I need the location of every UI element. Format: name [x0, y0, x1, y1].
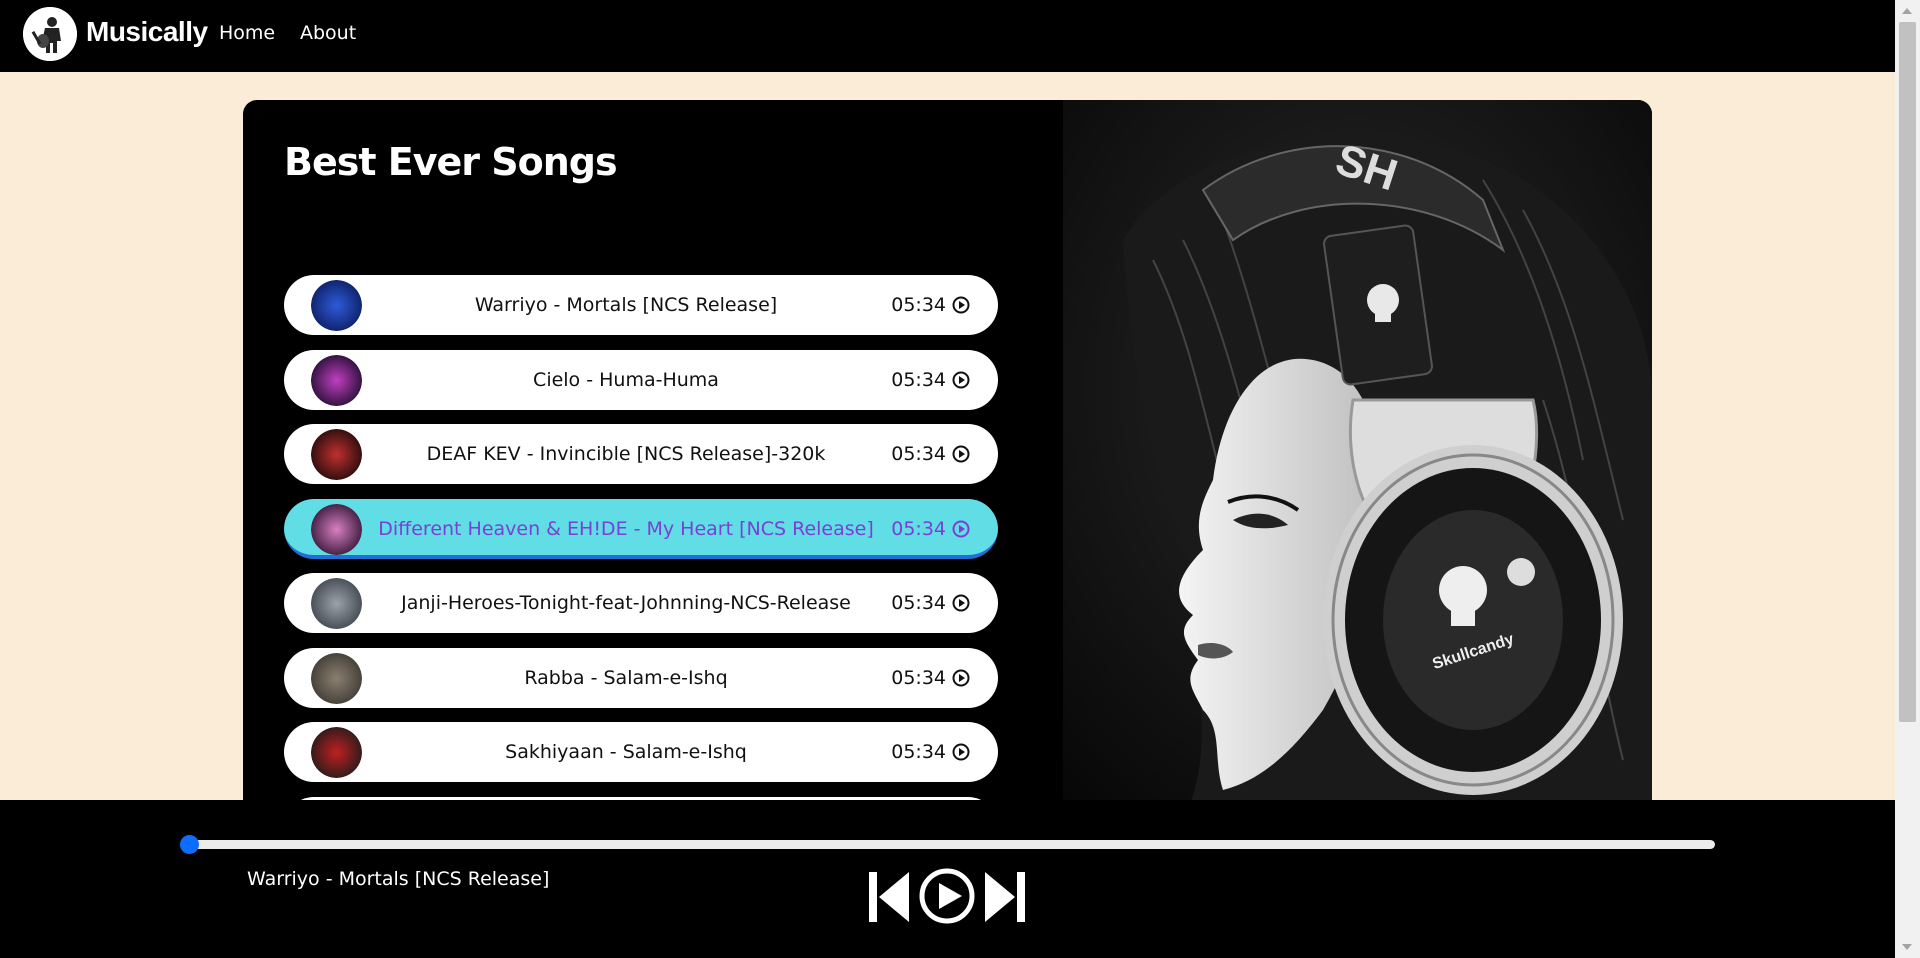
song-duration: 05:34: [891, 294, 946, 316]
next-icon[interactable]: [985, 870, 1025, 928]
play-circle-icon[interactable]: [952, 371, 970, 389]
song-duration: 05:34: [891, 443, 946, 465]
play-icon[interactable]: [918, 867, 976, 929]
play-circle-icon[interactable]: [952, 520, 970, 538]
nav-link-home[interactable]: Home: [219, 22, 275, 44]
play-circle-icon[interactable]: [952, 445, 970, 463]
song-duration: 05:34: [891, 517, 946, 540]
logo[interactable]: [23, 7, 77, 61]
play-circle-icon[interactable]: [952, 669, 970, 687]
previous-icon[interactable]: [869, 870, 909, 928]
song-item[interactable]: Cielo - Huma-Huma 05:34: [284, 349, 998, 410]
scroll-up-icon[interactable]: [1902, 8, 1912, 14]
brand-name[interactable]: Musically: [86, 16, 208, 48]
song-item[interactable]: Different Heaven & EH!DE - My Heart [NCS…: [284, 498, 998, 559]
hero-image: SH Skullcandy: [1063, 100, 1652, 820]
nav-link-about[interactable]: About: [300, 22, 356, 44]
song-thumbnail: [311, 429, 362, 480]
scrollbar-thumb[interactable]: [1899, 22, 1916, 722]
navbar: Musically Home About: [0, 0, 1895, 72]
play-circle-icon[interactable]: [952, 594, 970, 612]
song-name: Rabba - Salam-e-Ishq: [524, 666, 728, 689]
play-circle-icon[interactable]: [952, 296, 970, 314]
song-item[interactable]: DEAF KEV - Invincible [NCS Release]-320k…: [284, 424, 998, 484]
progress-bar[interactable]: [188, 840, 1715, 849]
song-thumbnail: [311, 280, 362, 331]
song-name: Warriyo - Mortals [NCS Release]: [474, 294, 778, 316]
song-duration: 05:34: [891, 368, 946, 391]
now-playing-title: Warriyo - Mortals [NCS Release]: [247, 868, 550, 890]
song-thumbnail: [311, 578, 362, 629]
song-duration: 05:34: [891, 741, 946, 763]
song-name: DEAF KEV - Invincible [NCS Release]-320k: [426, 443, 826, 465]
song-thumbnail: [311, 727, 362, 778]
page-scrollbar[interactable]: [1895, 0, 1920, 958]
song-name: Cielo - Huma-Huma: [533, 368, 719, 391]
song-name: Sakhiyaan - Salam-e-Ishq: [505, 741, 747, 763]
song-item[interactable]: Sakhiyaan - Salam-e-Ishq 05:34: [284, 722, 998, 782]
player-bar: Warriyo - Mortals [NCS Release]: [0, 800, 1895, 958]
scroll-down-icon[interactable]: [1902, 944, 1912, 950]
song-duration: 05:34: [891, 666, 946, 689]
song-duration: 05:34: [891, 592, 946, 614]
page-title: Best Ever Songs: [284, 140, 618, 184]
song-thumbnail: [311, 503, 362, 555]
progress-knob[interactable]: [180, 835, 199, 854]
song-item[interactable]: Warriyo - Mortals [NCS Release] 05:34: [284, 275, 998, 335]
song-name: Janji-Heroes-Tonight-feat-Johnning-NCS-R…: [401, 592, 851, 614]
song-thumbnail: [311, 652, 362, 704]
play-circle-icon[interactable]: [952, 743, 970, 761]
song-thumbnail: [311, 354, 362, 406]
song-item[interactable]: Rabba - Salam-e-Ishq 05:34: [284, 647, 998, 708]
song-item[interactable]: Janji-Heroes-Tonight-feat-Johnning-NCS-R…: [284, 573, 998, 633]
song-name: Different Heaven & EH!DE - My Heart [NCS…: [378, 517, 874, 540]
